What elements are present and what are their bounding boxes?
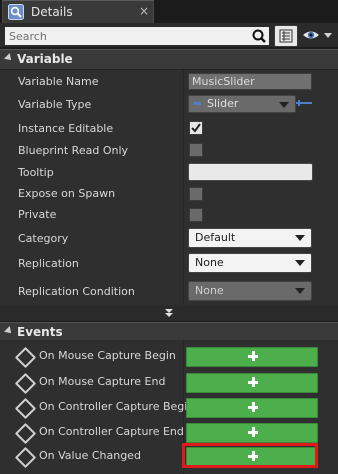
- magnifier-icon[interactable]: [251, 28, 267, 44]
- row-label: Category: [18, 232, 69, 245]
- event-diamond-icon: [14, 446, 37, 469]
- row-blueprint-read-only: Blueprint Read Only: [0, 139, 338, 161]
- tab-close-icon[interactable]: ×: [139, 4, 149, 18]
- row-label: Variable Type: [18, 98, 92, 111]
- replication-condition-dropdown[interactable]: None: [188, 281, 312, 301]
- row-tooltip: Tooltip: [0, 161, 338, 183]
- container-type-icon[interactable]: [296, 98, 312, 108]
- replication-dropdown[interactable]: None: [188, 253, 312, 273]
- plus-icon: [247, 426, 259, 438]
- event-label: On Controller Capture End: [39, 425, 184, 438]
- row-variable-name: Variable Name MusicSlider: [0, 70, 338, 92]
- details-search-icon: [8, 4, 24, 20]
- row-private: Private: [0, 203, 338, 225]
- variable-name-value: MusicSlider: [192, 75, 255, 88]
- list-view-button[interactable]: [274, 25, 298, 47]
- row-replication: Replication None: [0, 251, 338, 273]
- row-instance-editable: Instance Editable: [0, 117, 338, 139]
- row-label: Replication Condition: [18, 285, 135, 298]
- section-title: Events: [17, 325, 63, 339]
- event-diamond-icon: [14, 422, 37, 445]
- section-header-variable[interactable]: Variable: [0, 49, 338, 70]
- row-label: Tooltip: [18, 166, 54, 179]
- event-row: On Mouse Capture End: [0, 371, 338, 395]
- advanced-expander[interactable]: [0, 305, 338, 321]
- event-label: On Controller Capture Begin: [39, 400, 195, 413]
- type-pin-icon: [193, 102, 201, 105]
- event-diamond-icon: [14, 372, 37, 395]
- chevron-down-icon: [279, 102, 289, 108]
- highlight-box: [182, 443, 318, 468]
- chevron-down-icon: [295, 235, 305, 241]
- event-diamond-icon: [14, 346, 37, 369]
- event-diamond-icon: [14, 397, 37, 420]
- tab-title: Details: [31, 5, 73, 19]
- list-view-icon: [279, 29, 293, 43]
- private-checkbox[interactable]: [189, 208, 203, 222]
- event-row: On Controller Capture Begin: [0, 396, 338, 420]
- expose-on-spawn-checkbox[interactable]: [189, 187, 203, 201]
- category-value: Default: [195, 231, 236, 244]
- chevron-down-icon: [295, 260, 305, 266]
- blueprint-read-only-checkbox[interactable]: [189, 143, 203, 157]
- chevron-down-icon: [295, 288, 305, 294]
- event-label: On Mouse Capture End: [39, 375, 166, 388]
- plus-icon: [247, 350, 259, 362]
- row-variable-type: Variable Type Slider: [0, 93, 338, 115]
- row-expose-on-spawn: Expose on Spawn: [0, 182, 338, 204]
- collapse-arrow-icon: [4, 53, 14, 63]
- row-label: Blueprint Read Only: [18, 144, 129, 157]
- variable-type-value: Slider: [207, 97, 239, 110]
- search-input[interactable]: Search: [4, 26, 270, 46]
- row-label: Expose on Spawn: [18, 187, 116, 200]
- add-event-button[interactable]: [186, 347, 318, 367]
- event-label: On Mouse Capture Begin: [39, 349, 176, 362]
- instance-editable-checkbox[interactable]: [189, 121, 203, 135]
- event-row: On Controller Capture End: [0, 421, 338, 445]
- add-event-button[interactable]: [186, 423, 318, 443]
- tab-details[interactable]: Details ×: [2, 0, 154, 24]
- section-title: Variable: [17, 52, 73, 66]
- row-label: Variable Name: [18, 75, 99, 88]
- category-dropdown[interactable]: Default: [188, 228, 312, 248]
- search-placeholder: Search: [9, 30, 47, 43]
- add-event-button[interactable]: [186, 398, 318, 418]
- replication-condition-value: None: [195, 284, 224, 297]
- tooltip-field[interactable]: [188, 163, 313, 181]
- event-row: On Mouse Capture Begin: [0, 345, 338, 369]
- visibility-options-button[interactable]: [302, 26, 334, 44]
- expand-down-icon: [165, 309, 173, 317]
- collapse-arrow-icon: [4, 326, 14, 336]
- variable-type-dropdown[interactable]: Slider: [188, 95, 296, 113]
- plus-icon: [247, 401, 259, 413]
- row-replication-condition: Replication Condition None: [0, 279, 338, 301]
- row-label: Instance Editable: [18, 122, 114, 135]
- variable-name-field[interactable]: MusicSlider: [188, 73, 312, 90]
- row-category: Category Default: [0, 226, 338, 248]
- checkmark-icon: [191, 123, 201, 133]
- plus-icon: [247, 376, 259, 388]
- event-label: On Value Changed: [39, 449, 141, 462]
- replication-value: None: [195, 256, 224, 269]
- row-label: Private: [18, 208, 57, 221]
- row-label: Replication: [18, 257, 79, 270]
- add-event-button[interactable]: [186, 373, 318, 393]
- eye-icon: [303, 31, 332, 39]
